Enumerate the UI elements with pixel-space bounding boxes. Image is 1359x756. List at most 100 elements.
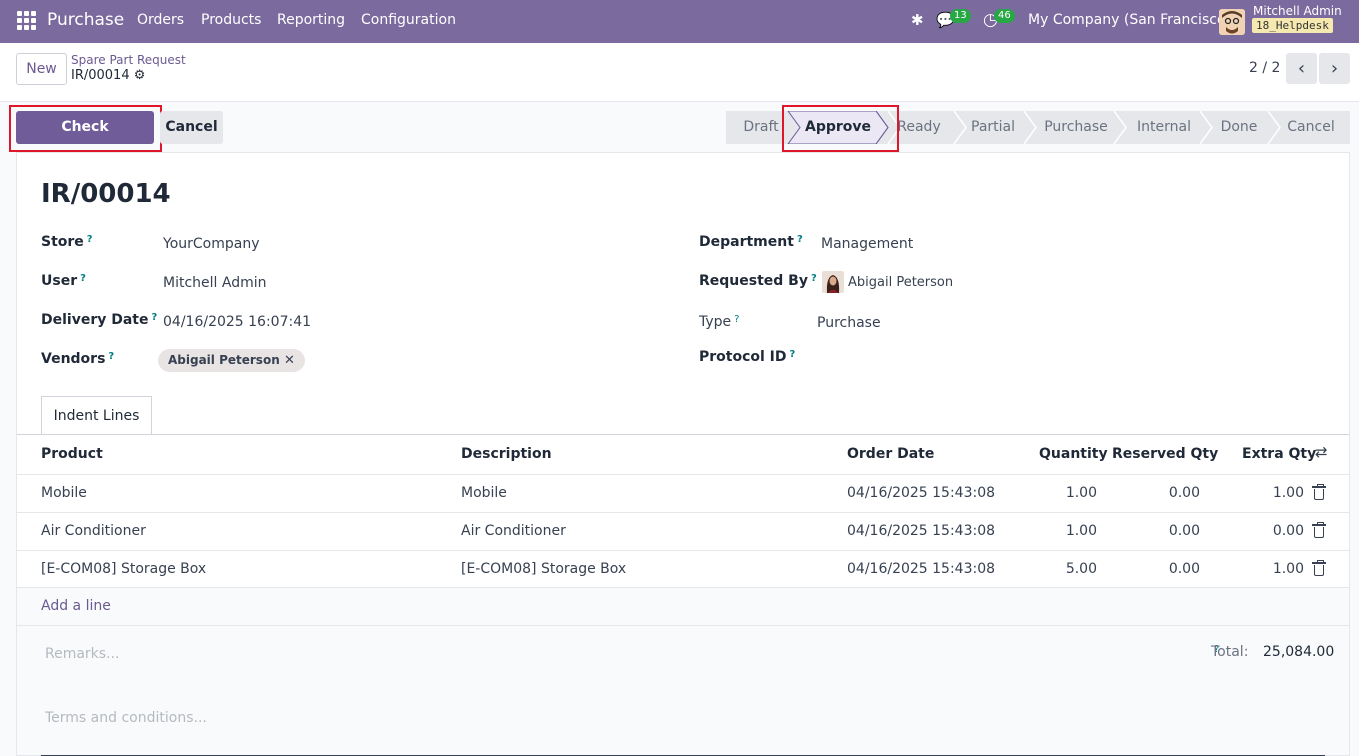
trash-icon[interactable]: [1312, 522, 1326, 538]
department-label: Department?: [699, 234, 803, 250]
highlight-box-approve: [782, 105, 899, 152]
cancel-button[interactable]: Cancel: [160, 111, 223, 144]
help-icon[interactable]: ?: [87, 234, 93, 245]
terms-field[interactable]: Terms and conditions...: [45, 710, 207, 726]
stage-draft[interactable]: Draft: [738, 111, 784, 144]
menu-orders[interactable]: Orders: [137, 12, 184, 28]
cell-quantity[interactable]: 5.00: [1027, 561, 1097, 577]
protocol-id-label: Protocol ID?: [699, 349, 795, 365]
chevron-right-icon: ›: [1330, 58, 1339, 79]
pager-value: 2 / 2: [1249, 60, 1281, 76]
trash-icon[interactable]: [1312, 484, 1326, 500]
store-label: Store?: [41, 234, 93, 250]
protocol-id-label-text: Protocol ID: [699, 349, 787, 365]
app-brand[interactable]: Purchase: [47, 10, 124, 30]
breadcrumb-parent[interactable]: Spare Part Request: [71, 53, 186, 67]
stage-purchase[interactable]: Purchase: [1040, 111, 1112, 144]
cell-order-date[interactable]: 04/16/2025 15:43:08: [847, 561, 995, 577]
cell-reserved-qty[interactable]: 0.00: [1130, 485, 1200, 501]
tab-indent-lines[interactable]: Indent Lines: [41, 396, 152, 435]
help-icon[interactable]: ?: [108, 351, 114, 362]
cell-reserved-qty[interactable]: 0.00: [1130, 561, 1200, 577]
menu-reporting[interactable]: Reporting: [277, 12, 345, 28]
total-value: 25,084.00: [1263, 644, 1335, 660]
footer-area: [17, 626, 1349, 755]
col-extra-qty[interactable]: Extra Qty: [1242, 446, 1316, 462]
user-label-text: User: [41, 273, 78, 289]
vendors-label-text: Vendors: [41, 351, 106, 367]
col-reserved-qty[interactable]: Reserved Qty: [1112, 446, 1218, 462]
delivery-date-label-text: Delivery Date: [41, 312, 149, 328]
record-title: IR/00014: [41, 179, 171, 209]
cell-quantity[interactable]: 1.00: [1027, 523, 1097, 539]
cell-product[interactable]: Mobile: [41, 485, 87, 501]
app-menu-icon[interactable]: [17, 11, 36, 30]
col-description[interactable]: Description: [461, 446, 552, 462]
help-icon[interactable]: ?: [152, 312, 158, 323]
form-sheet: IR/00014 Store? YourCompany User? Mitche…: [16, 152, 1350, 756]
stage-cancel[interactable]: Cancel: [1284, 111, 1338, 144]
close-icon[interactable]: ✕: [284, 353, 295, 368]
pager-prev-button[interactable]: ‹: [1286, 53, 1317, 84]
new-button[interactable]: New: [16, 53, 67, 85]
store-field[interactable]: YourCompany: [163, 236, 260, 252]
help-icon[interactable]: ?: [790, 349, 796, 360]
help-icon[interactable]: ?: [797, 234, 803, 245]
cell-description[interactable]: Mobile: [461, 485, 507, 501]
highlight-box-check: [9, 105, 162, 152]
user-name[interactable]: Mitchell Admin: [1253, 4, 1342, 18]
cell-order-date[interactable]: 04/16/2025 15:43:08: [847, 485, 995, 501]
stage-done[interactable]: Done: [1216, 111, 1262, 144]
bug-icon[interactable]: ✱: [911, 11, 924, 29]
help-icon[interactable]: ?: [80, 273, 86, 284]
cell-extra-qty[interactable]: 1.00: [1234, 561, 1304, 577]
user-avatar[interactable]: [1219, 9, 1245, 35]
user-label: User?: [41, 273, 86, 289]
col-order-date[interactable]: Order Date: [847, 446, 934, 462]
col-product[interactable]: Product: [41, 446, 103, 462]
messages-badge: 13: [950, 9, 971, 23]
stage-internal[interactable]: Internal: [1132, 111, 1196, 144]
department-field[interactable]: Management: [821, 236, 913, 252]
help-icon[interactable]: ?: [811, 273, 817, 284]
cell-reserved-qty[interactable]: 0.00: [1130, 523, 1200, 539]
cell-product[interactable]: Air Conditioner: [41, 523, 146, 539]
cell-extra-qty[interactable]: 0.00: [1234, 523, 1304, 539]
type-field[interactable]: Purchase: [817, 315, 881, 331]
add-line-link[interactable]: Add a line: [41, 598, 111, 614]
type-label-text: Type: [699, 314, 732, 330]
top-navbar: Purchase Orders Products Reporting Confi…: [0, 0, 1359, 43]
help-icon[interactable]: ?: [734, 314, 739, 325]
cell-extra-qty[interactable]: 1.00: [1234, 485, 1304, 501]
column-settings-icon[interactable]: ⇄: [1315, 443, 1328, 461]
breadcrumb-current-label: IR/00014: [71, 68, 130, 83]
row-divider: [17, 512, 1349, 513]
cell-quantity[interactable]: 1.00: [1027, 485, 1097, 501]
cell-description[interactable]: [E-COM08] Storage Box: [461, 561, 626, 577]
pager-next-button[interactable]: ›: [1319, 53, 1350, 84]
action-bar: Check Availability Cancel Draft Approve …: [0, 103, 1359, 168]
cell-product[interactable]: [E-COM08] Storage Box: [41, 561, 206, 577]
header-divider: [17, 474, 1349, 475]
tab-divider: [17, 434, 1349, 435]
stage-ready[interactable]: Ready: [893, 111, 945, 144]
company-switcher[interactable]: My Company (San Francisco): [1028, 12, 1231, 28]
department-label-text: Department: [699, 234, 794, 250]
requested-by-label: Requested By?: [699, 273, 817, 289]
cell-order-date[interactable]: 04/16/2025 15:43:08: [847, 523, 995, 539]
stage-partial[interactable]: Partial: [966, 111, 1020, 144]
user-field[interactable]: Mitchell Admin: [163, 275, 267, 291]
col-quantity[interactable]: Quantity: [1039, 446, 1108, 462]
vendor-tag-label: Abigail Peterson: [168, 353, 280, 367]
store-label-text: Store: [41, 234, 84, 250]
cell-description[interactable]: Air Conditioner: [461, 523, 566, 539]
row-divider: [17, 550, 1349, 551]
menu-configuration[interactable]: Configuration: [361, 12, 456, 28]
gear-icon[interactable]: ⚙: [134, 68, 146, 83]
remarks-field[interactable]: Remarks...: [45, 646, 119, 662]
menu-products[interactable]: Products: [201, 12, 261, 28]
chevron-left-icon: ‹: [1297, 58, 1306, 79]
requested-by-field[interactable]: Abigail Peterson: [848, 275, 953, 290]
delivery-date-field[interactable]: 04/16/2025 16:07:41: [163, 314, 311, 330]
trash-icon[interactable]: [1312, 560, 1326, 576]
